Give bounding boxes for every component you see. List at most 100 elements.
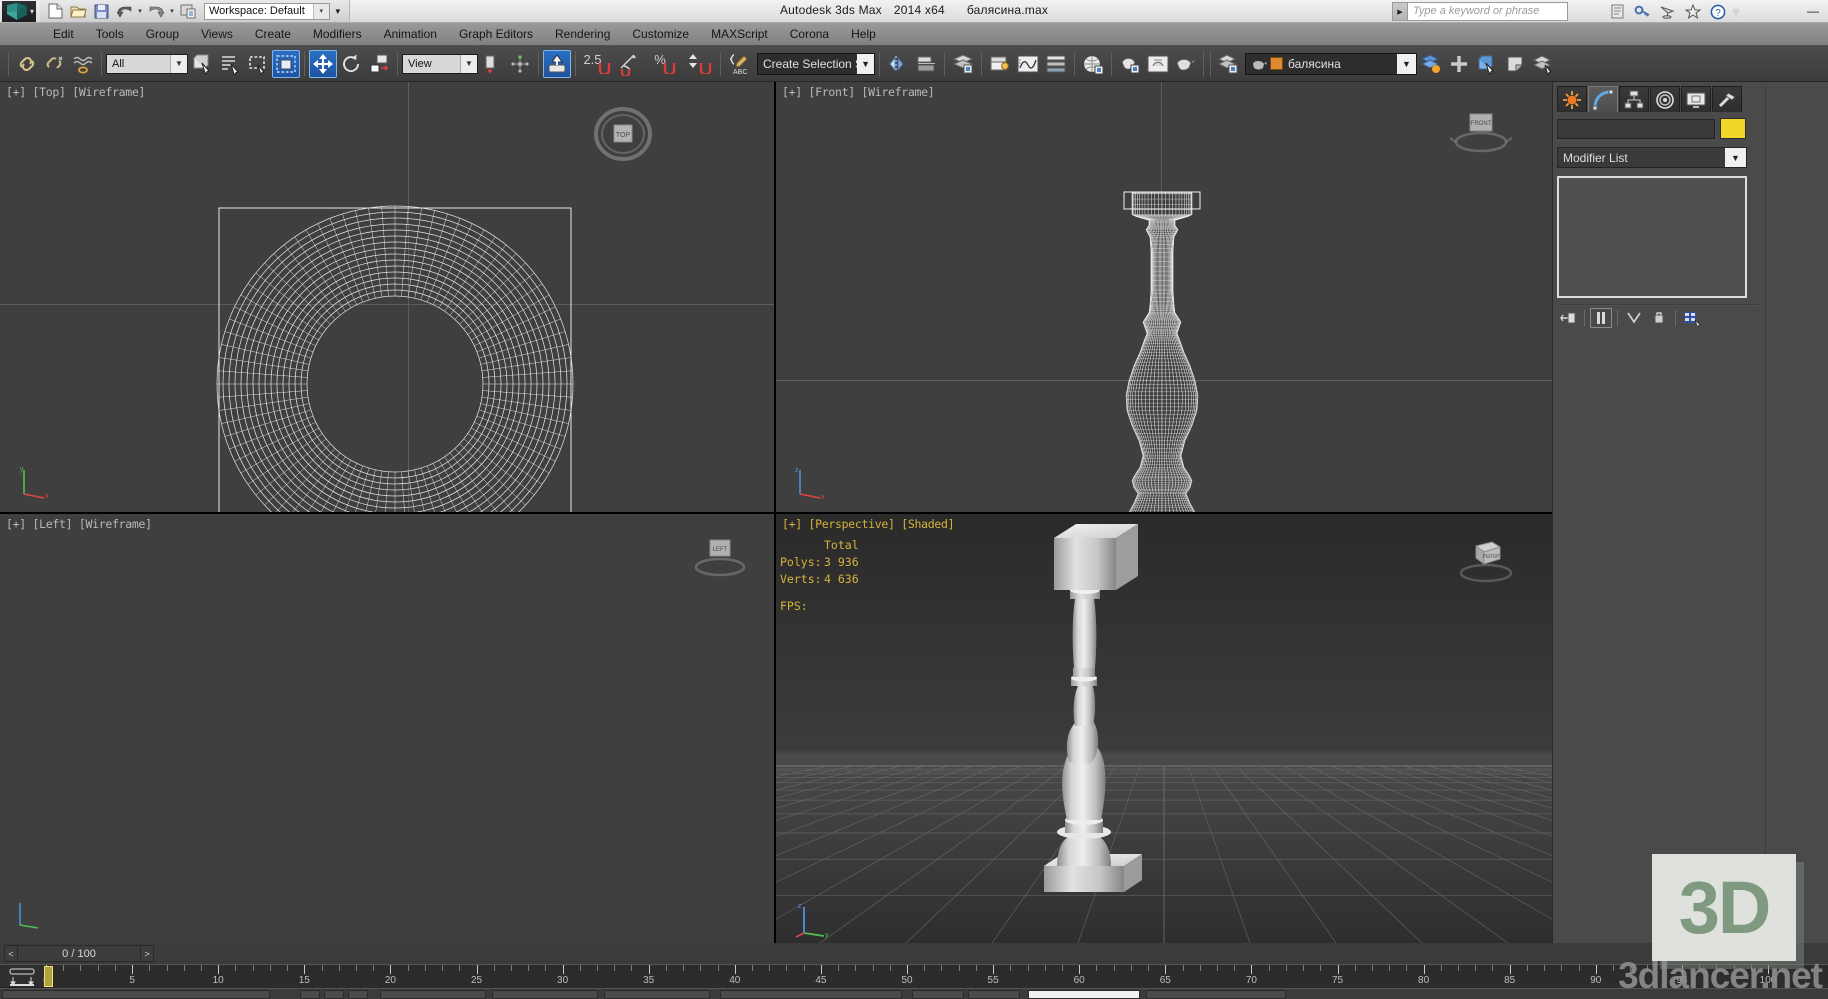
tab-modify[interactable] bbox=[1588, 86, 1618, 112]
configure-modifier-sets-button[interactable] bbox=[1681, 308, 1703, 328]
layer-explorer-button[interactable] bbox=[949, 50, 977, 78]
tab-display[interactable] bbox=[1681, 86, 1711, 112]
select-object-button[interactable] bbox=[188, 50, 216, 78]
redo-dropdown-icon[interactable]: ▾ bbox=[168, 1, 176, 21]
object-color-swatch[interactable] bbox=[1720, 118, 1746, 139]
viewcube-top[interactable]: TOP bbox=[590, 104, 656, 164]
menu-item-corona[interactable]: Corona bbox=[779, 25, 840, 43]
undo-icon[interactable] bbox=[113, 1, 135, 21]
create-new-layer-button[interactable] bbox=[1417, 50, 1445, 78]
tab-create[interactable] bbox=[1557, 86, 1587, 112]
status-y-field[interactable] bbox=[324, 990, 344, 999]
favorites-star-icon[interactable] bbox=[1682, 2, 1704, 22]
reference-coordinate-system-combo[interactable]: View ▼ bbox=[402, 53, 478, 74]
spinner-snap-toggle-button[interactable] bbox=[682, 50, 716, 78]
named-selection-chevron-down-icon[interactable]: ▼ bbox=[857, 53, 874, 74]
search-input[interactable]: Type a keyword or phrase bbox=[1408, 2, 1568, 21]
menu-item-views[interactable]: Views bbox=[190, 25, 244, 43]
viewport-top[interactable]: (function(){ const svg = document.queryS… bbox=[0, 82, 774, 512]
next-frame-button[interactable]: > bbox=[140, 945, 154, 962]
viewport-left[interactable]: [+] [Left] [Wireframe] LEFT bbox=[0, 514, 774, 943]
key-filters-field[interactable] bbox=[1028, 990, 1140, 999]
menu-item-maxscript[interactable]: MAXScript bbox=[700, 25, 779, 43]
menu-item-animation[interactable]: Animation bbox=[373, 25, 448, 43]
selection-filter-chevron-down-icon[interactable]: ▼ bbox=[170, 54, 187, 73]
bind-to-space-warp-button[interactable] bbox=[69, 50, 97, 78]
info-center-icon[interactable] bbox=[1607, 2, 1629, 22]
rendered-frame-window-button[interactable] bbox=[1144, 50, 1172, 78]
material-editor-button[interactable] bbox=[1079, 50, 1107, 78]
mirror-button[interactable] bbox=[884, 50, 912, 78]
exchange-icon[interactable] bbox=[1657, 2, 1679, 22]
select-and-uniform-scale-button[interactable] bbox=[365, 50, 393, 78]
tab-hierarchy[interactable] bbox=[1619, 86, 1649, 112]
workspace-more-icon[interactable]: ▼ bbox=[331, 1, 345, 21]
manage-layers-button[interactable] bbox=[1214, 50, 1242, 78]
modifier-list-chevron-down-icon[interactable]: ▼ bbox=[1725, 148, 1746, 167]
menu-item-edit[interactable]: Edit bbox=[42, 25, 85, 43]
curve-editor-button[interactable] bbox=[1014, 50, 1042, 78]
remove-modifier-button[interactable] bbox=[1648, 308, 1670, 328]
snaps-toggle-button[interactable] bbox=[543, 49, 571, 78]
render-setup-button[interactable] bbox=[1116, 50, 1144, 78]
help-icon[interactable]: ? bbox=[1707, 2, 1729, 22]
coord-x-field[interactable] bbox=[380, 990, 486, 999]
select-and-link-button[interactable] bbox=[13, 50, 41, 78]
toggle-scene-explorer-button[interactable] bbox=[986, 50, 1014, 78]
menu-item-customize[interactable]: Customize bbox=[621, 25, 700, 43]
object-name-field[interactable] bbox=[1557, 118, 1715, 139]
coord-y-field[interactable] bbox=[492, 990, 598, 999]
prev-frame-button[interactable]: < bbox=[4, 945, 18, 962]
viewcube-front[interactable]: FRONT bbox=[1448, 108, 1514, 168]
viewport-front[interactable]: [+] [Front] [Wireframe] FRONT z x bbox=[776, 82, 1552, 512]
help-dropdown-icon[interactable]: ▾ bbox=[1732, 2, 1740, 22]
layer-chevron-down-icon[interactable]: ▼ bbox=[1397, 53, 1416, 74]
menu-item-help[interactable]: Help bbox=[840, 25, 887, 43]
modifier-list-dropdown[interactable]: Modifier List ▼ bbox=[1557, 147, 1747, 168]
key-icon[interactable] bbox=[1632, 2, 1654, 22]
layer-selector-combo[interactable]: балясина ▼ bbox=[1245, 52, 1417, 75]
select-layer-object-button[interactable] bbox=[1473, 50, 1501, 78]
menu-item-rendering[interactable]: Rendering bbox=[544, 25, 621, 43]
select-and-rotate-button[interactable] bbox=[337, 50, 365, 78]
schematic-view-button[interactable] bbox=[1042, 50, 1070, 78]
pin-stack-button[interactable] bbox=[1557, 308, 1579, 328]
select-and-manipulate-button[interactable] bbox=[506, 50, 534, 78]
coord-z-field[interactable] bbox=[604, 990, 710, 999]
edit-named-selection-sets-button[interactable]: ABC bbox=[725, 50, 753, 78]
select-by-name-button[interactable] bbox=[216, 50, 244, 78]
window-crossing-button[interactable] bbox=[272, 49, 300, 78]
menu-item-group[interactable]: Group bbox=[135, 25, 190, 43]
workspace-chevron-down-icon[interactable]: ▾ bbox=[312, 3, 329, 19]
viewcube-perspective[interactable]: PERSP bbox=[1452, 538, 1518, 598]
make-unique-button[interactable] bbox=[1623, 308, 1645, 328]
time-slider-handle[interactable] bbox=[44, 966, 53, 987]
search-expand-icon[interactable]: ▶ bbox=[1392, 2, 1408, 21]
minimize-button[interactable]: — bbox=[1798, 0, 1828, 22]
named-selection-sets-combo[interactable]: Create Selection Se ▼ bbox=[757, 52, 875, 75]
redo-icon[interactable] bbox=[145, 1, 167, 21]
unlink-selection-button[interactable] bbox=[41, 50, 69, 78]
new-file-icon[interactable] bbox=[44, 1, 66, 21]
menu-item-tools[interactable]: Tools bbox=[85, 25, 135, 43]
tab-motion[interactable] bbox=[1650, 86, 1680, 112]
open-file-icon[interactable] bbox=[67, 1, 89, 21]
modifier-stack-list[interactable] bbox=[1557, 176, 1747, 298]
project-folder-icon[interactable] bbox=[177, 1, 199, 21]
show-end-result-button[interactable] bbox=[1590, 308, 1612, 328]
viewport-perspective[interactable]: Total Polys: 3 936 Verts: 4 636 FPS: [+]… bbox=[776, 514, 1552, 943]
angle-snap-degree-button[interactable] bbox=[614, 50, 648, 78]
auto-key-button[interactable] bbox=[912, 990, 964, 999]
menu-item-modifiers[interactable]: Modifiers bbox=[302, 25, 373, 43]
save-file-icon[interactable] bbox=[90, 1, 112, 21]
timeline-ticks[interactable]: 0510152025303540455055606570758085909510… bbox=[43, 965, 1828, 988]
use-pivot-point-center-button[interactable] bbox=[478, 50, 506, 78]
app-logo[interactable]: ▾ bbox=[2, 1, 36, 22]
viewcube-left[interactable]: LEFT bbox=[686, 534, 752, 594]
coordinate-system-chevron-down-icon[interactable]: ▼ bbox=[460, 54, 477, 73]
rectangular-selection-region-button[interactable] bbox=[244, 50, 272, 78]
render-production-button[interactable] bbox=[1172, 50, 1200, 78]
tab-utilities[interactable] bbox=[1712, 86, 1742, 112]
key-mode-icon[interactable] bbox=[2, 967, 42, 987]
set-key-button[interactable] bbox=[968, 990, 1020, 999]
